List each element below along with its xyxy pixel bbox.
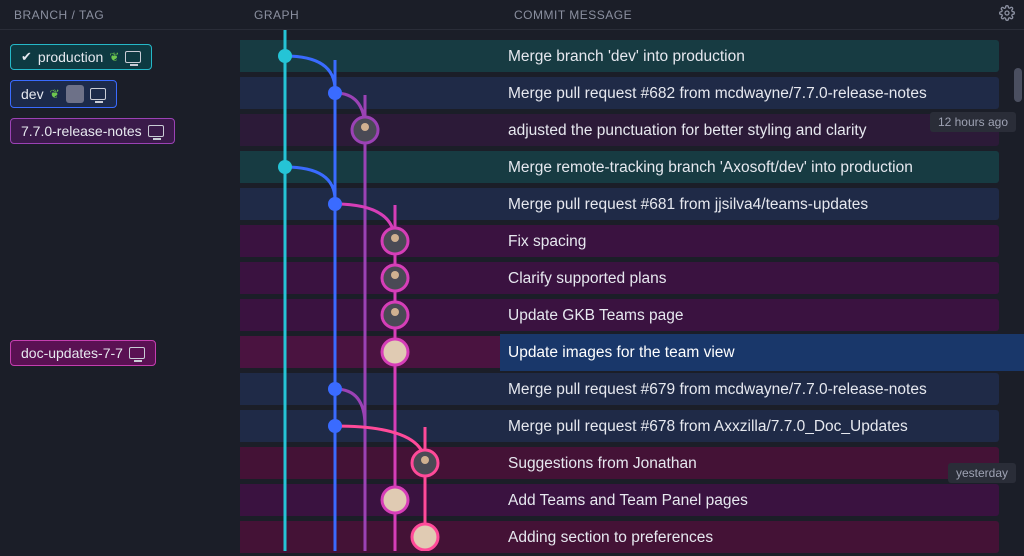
branch-label: 7.7.0-release-notes <box>21 123 142 139</box>
commit-graph <box>240 30 500 551</box>
branch-label: production <box>38 49 103 65</box>
branch-tag-dev[interactable]: dev ❦ <box>10 80 117 108</box>
monitor-icon <box>90 88 106 100</box>
avatar-icon <box>66 85 84 103</box>
timestamp-badge: yesterday <box>948 463 1016 483</box>
branch-tag-release-notes[interactable]: 7.7.0-release-notes <box>10 118 175 144</box>
branch-column: ✔ production ❦ dev ❦ 7.7.0-release-notes <box>0 30 240 551</box>
col-header-graph[interactable]: Graph <box>240 8 500 22</box>
commit-message: Adding section to preferences <box>508 529 1014 547</box>
commit-row[interactable]: Fix spacing <box>500 223 1024 260</box>
commit-message: Merge branch 'dev' into production <box>508 48 1014 66</box>
commit-message: Add Teams and Team Panel pages <box>508 492 1014 510</box>
branch-label: doc-updates-7-7 <box>21 345 123 361</box>
commit-row[interactable]: Merge pull request #679 from mcdwayne/7.… <box>500 371 1024 408</box>
monitor-icon <box>125 51 141 63</box>
commit-column: Merge branch 'dev' into production Merge… <box>500 30 1024 551</box>
monitor-icon <box>148 125 164 137</box>
commit-row-selected[interactable]: Update images for the team view <box>500 334 1024 371</box>
commit-row[interactable]: Clarify supported plans <box>500 260 1024 297</box>
commit-row[interactable]: Add Teams and Team Panel pages <box>500 482 1024 519</box>
col-header-commit[interactable]: Commit Message <box>500 8 990 22</box>
commit-message: Merge pull request #678 from Axxzilla/7.… <box>508 418 1014 436</box>
main-body: ✔ production ❦ dev ❦ 7.7.0-release-notes <box>0 30 1024 551</box>
commit-row[interactable]: Merge pull request #682 from mcdwayne/7.… <box>500 75 1024 112</box>
timestamp-badge: 12 hours ago <box>930 112 1016 132</box>
leaf-icon: ❦ <box>109 50 119 64</box>
column-header: Branch / Tag Graph Commit Message <box>0 0 1024 30</box>
scrollbar-thumb[interactable] <box>1014 68 1022 102</box>
commit-message: Merge pull request #679 from mcdwayne/7.… <box>508 381 1014 399</box>
commit-message: Merge pull request #681 from jjsilva4/te… <box>508 196 1014 214</box>
commit-row[interactable]: Merge pull request #681 from jjsilva4/te… <box>500 186 1024 223</box>
check-icon: ✔ <box>21 49 32 65</box>
commit-message: Merge pull request #682 from mcdwayne/7.… <box>508 85 1014 103</box>
commit-row[interactable]: Merge pull request #678 from Axxzilla/7.… <box>500 408 1024 445</box>
monitor-icon <box>129 347 145 359</box>
commit-message: Fix spacing <box>508 233 1014 251</box>
commit-row[interactable]: Merge remote-tracking branch 'Axosoft/de… <box>500 149 1024 186</box>
commit-row[interactable]: Adding section to preferences <box>500 519 1024 556</box>
col-header-branch[interactable]: Branch / Tag <box>0 8 240 22</box>
commit-row[interactable]: Update GKB Teams page <box>500 297 1024 334</box>
commit-message: Suggestions from Jonathan <box>508 455 1014 473</box>
branch-label: dev <box>21 86 44 102</box>
leaf-icon: ❦ <box>50 87 60 101</box>
commit-message: Update GKB Teams page <box>508 307 1014 325</box>
gear-icon[interactable] <box>990 5 1024 24</box>
commit-row[interactable]: Merge branch 'dev' into production <box>500 38 1024 75</box>
branch-tag-production[interactable]: ✔ production ❦ <box>10 44 152 70</box>
graph-column <box>240 30 500 551</box>
commit-row[interactable]: Suggestions from Jonathan <box>500 445 1024 482</box>
branch-tag-doc-updates[interactable]: doc-updates-7-7 <box>10 340 156 366</box>
commit-message: Clarify supported plans <box>508 270 1014 288</box>
commit-message: Merge remote-tracking branch 'Axosoft/de… <box>508 159 1014 177</box>
commit-message: Update images for the team view <box>508 344 1014 362</box>
